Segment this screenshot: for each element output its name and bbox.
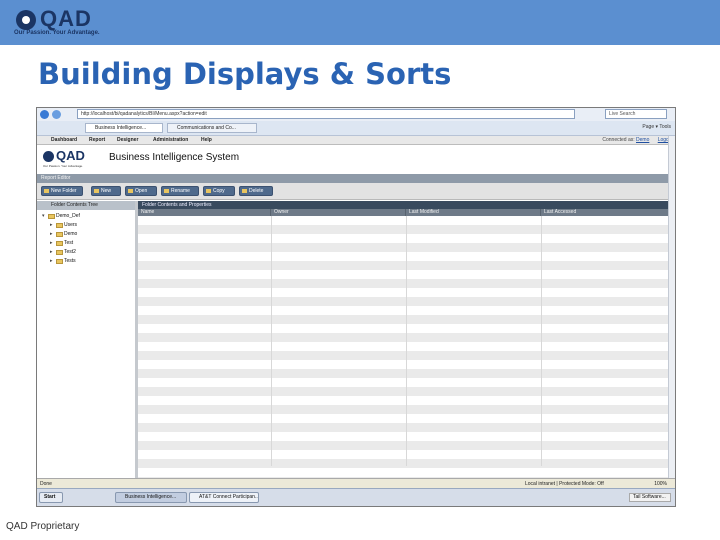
- address-bar[interactable]: http://localhost/bi/qadanalytics/BI/Menu…: [77, 109, 575, 119]
- vertical-scrollbar[interactable]: [668, 136, 675, 478]
- start-button[interactable]: Start: [39, 492, 63, 503]
- header-banner: QAD Our Passion. Your Advantage.: [0, 0, 720, 45]
- new-label: New: [101, 188, 112, 194]
- tree-node-label: Test: [64, 240, 74, 246]
- copy-label: Copy: [213, 188, 225, 194]
- contents-grid: [138, 216, 669, 478]
- menu-administration[interactable]: Administration: [153, 137, 188, 143]
- qad-logo: QAD Our Passion. Your Advantage.: [14, 6, 114, 42]
- column-header-last-modified[interactable]: Last Modified: [406, 209, 541, 216]
- tree-node-demo[interactable]: ▸ Demo: [50, 231, 78, 238]
- menu-designer[interactable]: Designer: [117, 137, 138, 143]
- qad-logo-icon: [16, 10, 36, 30]
- logo-tagline: Our Passion. Your Advantage.: [14, 30, 100, 36]
- folder-tree-panel: Folder Contents Tree ▾ Demo_Def ▸ Users ▸ D…: [37, 201, 136, 478]
- column-divider: [541, 216, 542, 466]
- tree-node-test[interactable]: ▸ Test: [50, 240, 74, 247]
- footer-text: QAD Proprietary: [6, 521, 80, 532]
- open-button[interactable]: Open: [125, 186, 157, 196]
- folder-icon: [48, 214, 55, 219]
- windows-taskbar: Start Business Intelligence... AT&T Conn…: [37, 488, 675, 506]
- rename-label: Rename: [171, 188, 190, 194]
- tree-node-test2[interactable]: ▸ Test2: [50, 249, 76, 256]
- collapsed-arrow-icon[interactable]: ▸: [50, 222, 53, 228]
- column-divider: [271, 216, 272, 466]
- new-folder-button[interactable]: New Folder: [41, 186, 83, 196]
- app-logo-tagline: Our Passion. Your Advantage.: [43, 164, 84, 168]
- menu-report[interactable]: Report: [89, 137, 105, 143]
- folder-contents-panel: Folder Contents and Properties Name Owne…: [138, 201, 675, 478]
- rename-icon: [164, 189, 169, 193]
- tree-node-label: Demo: [64, 231, 78, 237]
- connected-label: Connected as:: [602, 137, 635, 143]
- column-divider: [406, 216, 407, 466]
- page-menu[interactable]: Page: [642, 124, 654, 130]
- taskbar-item-bi[interactable]: Business Intelligence...: [115, 492, 187, 503]
- collapsed-arrow-icon[interactable]: ▸: [50, 258, 53, 264]
- folder-icon: [56, 250, 63, 255]
- app-logo-wordmark: QAD: [56, 148, 85, 163]
- browser-tab-communications[interactable]: Communications and Co...: [167, 123, 257, 133]
- new-icon: [94, 189, 99, 193]
- browser-address-row: http://localhost/bi/qadanalytics/BI/Menu…: [37, 108, 675, 122]
- expanded-arrow-icon[interactable]: ▾: [42, 213, 45, 219]
- tree-node-label: Tests: [64, 258, 76, 264]
- contents-header: Folder Contents and Properties: [138, 201, 675, 209]
- browser-tools: Page ▾ Tools: [642, 124, 671, 130]
- tree-node-label: Test2: [64, 249, 76, 255]
- forward-icon[interactable]: [52, 110, 61, 119]
- tree-node-users[interactable]: ▸ Users: [50, 222, 78, 229]
- copy-button[interactable]: Copy: [203, 186, 235, 196]
- delete-label: Delete: [249, 188, 264, 194]
- open-label: Open: [135, 188, 148, 194]
- browser-tab-bi[interactable]: Business Intelligence...: [85, 123, 163, 133]
- new-button[interactable]: New: [91, 186, 121, 196]
- delete-icon: [242, 189, 247, 193]
- open-icon: [128, 189, 133, 193]
- column-header-last-accessed[interactable]: Last Accessed: [541, 209, 669, 216]
- app-toolbar: New Folder New Open Rename Copy Delete: [37, 183, 675, 200]
- rename-button[interactable]: Rename: [161, 186, 199, 196]
- folder-icon: [56, 241, 63, 246]
- collapsed-arrow-icon[interactable]: ▸: [50, 231, 53, 237]
- screenshot-frame: http://localhost/bi/qadanalytics/BI/Menu…: [36, 107, 676, 507]
- collapsed-arrow-icon[interactable]: ▸: [50, 249, 53, 255]
- browser-tab-row: Business Intelligence... Communications …: [37, 121, 675, 136]
- tree-node-label: Demo_Def: [56, 213, 80, 219]
- new-folder-label: New Folder: [51, 188, 77, 194]
- column-header-owner[interactable]: Owner: [271, 209, 406, 216]
- folder-icon: [56, 232, 63, 237]
- slide-title: Building Displays & Sorts: [38, 57, 452, 91]
- folder-tree-header: Folder Contents Tree: [37, 201, 135, 210]
- qad-logo-icon: [43, 151, 54, 162]
- folder-icon: [56, 259, 63, 264]
- tools-menu[interactable]: Tools: [659, 124, 671, 130]
- copy-icon: [206, 189, 211, 193]
- delete-button[interactable]: Delete: [239, 186, 273, 196]
- logo-wordmark: QAD: [40, 6, 92, 31]
- app-title: Business Intelligence System: [109, 152, 240, 163]
- collapsed-arrow-icon[interactable]: ▸: [50, 240, 53, 246]
- column-header-name[interactable]: Name: [138, 209, 271, 216]
- connected-status: Connected as: Demo Logout: [602, 137, 673, 143]
- app-logo: QAD Our Passion. Your Advantage.: [43, 148, 103, 174]
- taskbar-notification[interactable]: Tail Software...: [629, 493, 671, 502]
- connected-user-link[interactable]: Demo: [636, 137, 649, 143]
- tree-node-tests[interactable]: ▸ Tests: [50, 258, 76, 265]
- breadcrumb: Report Editor: [37, 174, 675, 183]
- app-menubar: Dashboard Report Designer Administration…: [37, 136, 675, 145]
- menu-help[interactable]: Help: [201, 137, 212, 143]
- tree-node-root[interactable]: ▾ Demo_Def: [42, 213, 80, 220]
- folder-icon: [56, 223, 63, 228]
- back-icon[interactable]: [40, 110, 49, 119]
- menu-dashboard[interactable]: Dashboard: [51, 137, 77, 143]
- tree-node-label: Users: [64, 222, 78, 228]
- bi-application: Dashboard Report Designer Administration…: [37, 136, 675, 478]
- taskbar-item-att[interactable]: AT&T Connect Participan...: [189, 492, 259, 503]
- search-input[interactable]: Live Search: [605, 109, 667, 119]
- folder-icon: [44, 189, 49, 193]
